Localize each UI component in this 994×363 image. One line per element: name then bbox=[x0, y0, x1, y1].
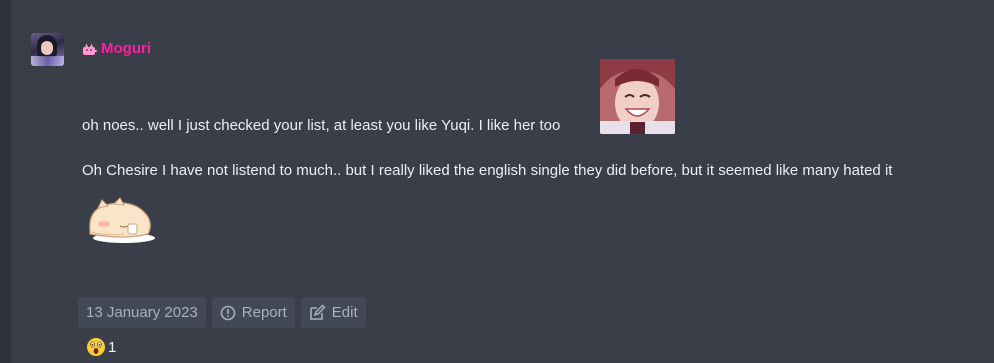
message-text-line2: Oh Chesire I have not listend to much.. … bbox=[82, 162, 893, 179]
avatar[interactable] bbox=[31, 33, 64, 66]
sleeping-cat-sticker-image bbox=[89, 197, 155, 243]
post-date-text: 13 January 2023 bbox=[86, 304, 198, 321]
post-author[interactable]: Moguri bbox=[82, 40, 151, 57]
report-button[interactable]: Report bbox=[211, 297, 295, 328]
author-name[interactable]: Moguri bbox=[101, 40, 151, 57]
edit-icon bbox=[309, 304, 326, 320]
cat-icon bbox=[83, 43, 97, 55]
laughing-face-emote bbox=[600, 59, 675, 134]
edit-button[interactable]: Edit bbox=[300, 297, 366, 328]
reaction-count: 1 bbox=[108, 338, 117, 356]
post-footer: 13 January 2023 Report Edit bbox=[78, 297, 366, 328]
forum-post: Moguri oh noes.. well I just checked you… bbox=[11, 0, 994, 363]
avatar-glow bbox=[31, 56, 64, 66]
avatar-face bbox=[41, 41, 53, 55]
laughing-face-emote-image bbox=[600, 59, 675, 134]
message-text-line1: oh noes.. well I just checked your list,… bbox=[82, 117, 561, 134]
report-label: Report bbox=[241, 304, 287, 321]
left-strip bbox=[0, 0, 11, 363]
astonished-face-emoji bbox=[87, 338, 105, 356]
edit-label: Edit bbox=[331, 304, 358, 321]
post-date[interactable]: 13 January 2023 bbox=[78, 297, 206, 328]
alert-circle-icon bbox=[220, 305, 236, 320]
sleeping-cat-sticker bbox=[84, 196, 156, 246]
reaction[interactable]: 1 bbox=[86, 337, 116, 357]
